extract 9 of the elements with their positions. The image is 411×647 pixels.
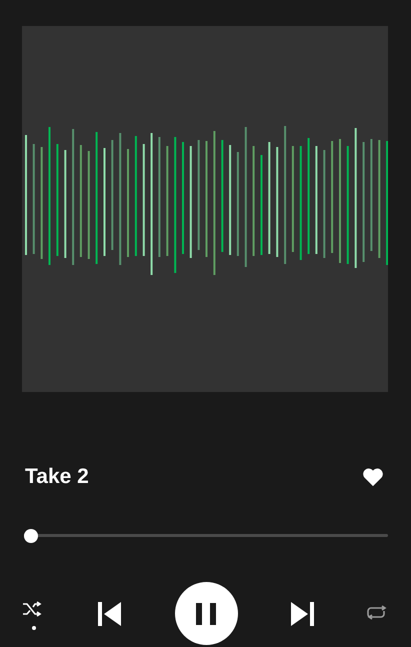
track-title: Take 2 (25, 466, 89, 487)
pause-icon (195, 602, 217, 626)
previous-icon[interactable] (97, 600, 124, 626)
heart-icon[interactable] (362, 466, 384, 486)
repeat-icon[interactable] (366, 604, 388, 622)
progress-thumb[interactable] (24, 529, 38, 543)
shuffle-icon[interactable] (22, 600, 42, 617)
next-icon[interactable] (288, 600, 315, 626)
progress-slider[interactable] (24, 529, 388, 543)
